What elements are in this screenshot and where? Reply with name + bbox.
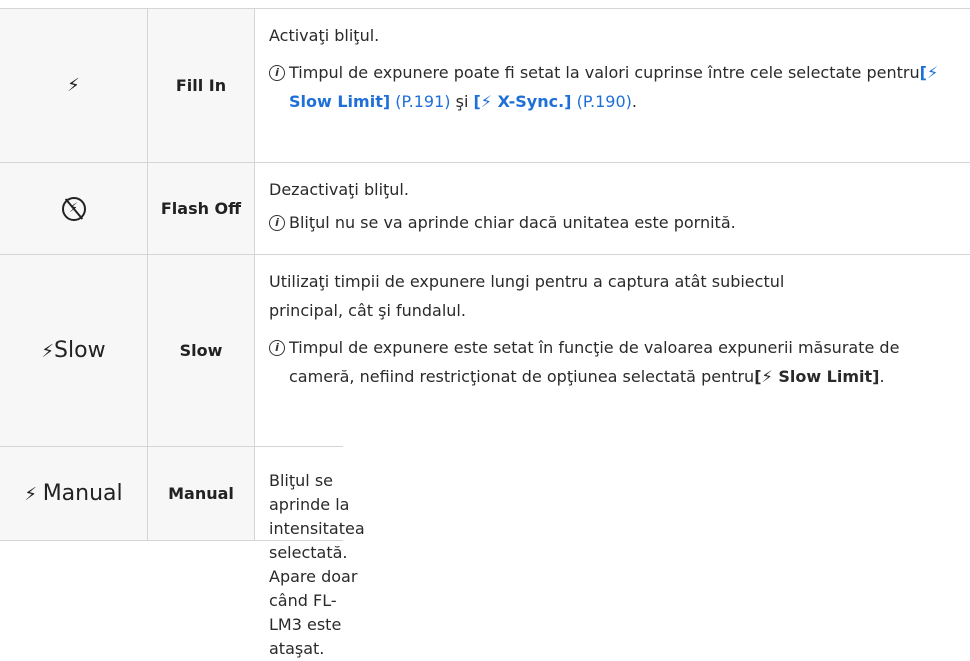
- table-row-fill-in: ⚡ Fill In Activaţi bliţul. i Timpul de e…: [0, 8, 970, 162]
- x-sync-link[interactable]: [⚡ X-Sync.]: [473, 92, 571, 111]
- flash-slow-icon: ⚡Slow: [0, 255, 148, 446]
- mode-name-fill-in: Fill In: [148, 9, 255, 162]
- mode-description-flash-off: Dezactivaţi bliţul. i Bliţul nu se va ap…: [255, 163, 970, 254]
- note-block: i Timpul de expunere poate fi setat la v…: [269, 58, 958, 116]
- page-ref-190[interactable]: (P.190): [577, 92, 632, 111]
- mode-description-slow: Utilizaţi timpii de expunere lungi pentr…: [255, 255, 970, 446]
- mode-name-slow: Slow: [148, 255, 255, 446]
- page-ref-191[interactable]: (P.191): [395, 92, 450, 111]
- mode-name-flash-off: Flash Off: [148, 163, 255, 254]
- description-line-1: Bliţul se aprinde la intensitatea select…: [269, 471, 365, 562]
- description-line-2: Apare doar când FL-LM3 este ataşat.: [269, 567, 358, 658]
- table-row-flash-off: ⚡ Flash Off Dezactivaţi bliţul. i Bliţul…: [0, 162, 970, 254]
- flash-mode-table: ⚡ Fill In Activaţi bliţul. i Timpul de e…: [0, 8, 970, 658]
- slow-limit-label: [⚡ Slow Limit]: [754, 367, 880, 386]
- note-block: i Bliţul nu se va aprinde chiar dacă uni…: [269, 208, 958, 237]
- note-text: Timpul de expunere poate fi setat la val…: [289, 63, 939, 111]
- note-block: i Timpul de expunere este setat în funcţ…: [269, 333, 958, 391]
- description-text: Dezactivaţi bliţul.: [269, 180, 409, 199]
- table-row-slow: ⚡Slow Slow Utilizaţi timpii de expunere …: [0, 254, 970, 446]
- note-icon: i: [269, 340, 285, 356]
- mode-name-manual: Manual: [148, 447, 255, 540]
- note-text: Timpul de expunere este setat în funcţie…: [289, 338, 900, 386]
- flash-off-icon: ⚡: [0, 163, 148, 254]
- flash-icon: ⚡: [0, 9, 148, 162]
- table-row-manual: ⚡ Manual Manual Bliţul se aprinde la int…: [0, 446, 377, 658]
- description-text: Activaţi bliţul.: [269, 26, 380, 45]
- description-line-2: principal, cât şi fundalul.: [269, 301, 466, 320]
- note-icon: i: [269, 65, 285, 81]
- mode-description-manual: Bliţul se aprinde la intensitatea select…: [255, 447, 377, 658]
- note-text: Bliţul nu se va aprinde chiar dacă unita…: [289, 213, 736, 232]
- description-line-1: Utilizaţi timpii de expunere lungi pentr…: [269, 272, 785, 291]
- note-icon: i: [269, 215, 285, 231]
- mode-description-fill-in: Activaţi bliţul. i Timpul de expunere po…: [255, 9, 970, 162]
- flash-manual-icon: ⚡ Manual: [0, 447, 148, 540]
